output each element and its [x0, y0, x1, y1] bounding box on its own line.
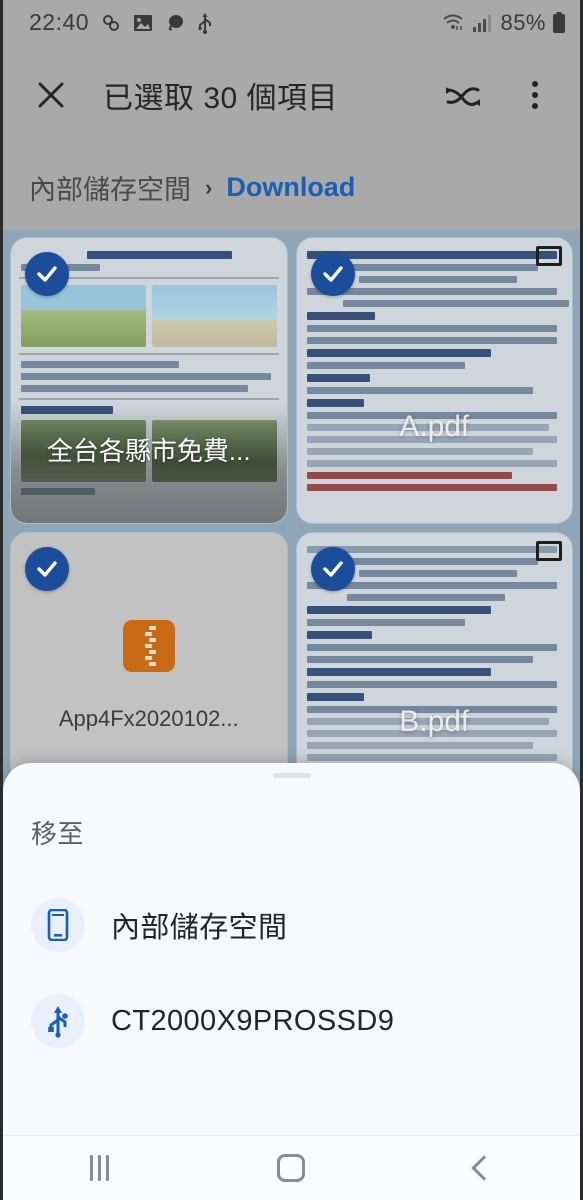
breadcrumb-root[interactable]: 內部儲存空間: [29, 168, 191, 207]
file-name: App4Fx2020102...: [58, 705, 239, 731]
link-icon: [101, 13, 121, 33]
file-card[interactable]: A.pdf: [296, 238, 572, 523]
home-button[interactable]: [236, 1140, 346, 1196]
zip-file-icon: [122, 619, 175, 672]
chat-bubble-icon: [165, 13, 185, 33]
file-name: A.pdf: [399, 409, 470, 443]
selection-checkbox[interactable]: [310, 547, 355, 591]
back-icon: [471, 1155, 497, 1181]
more-options-button[interactable]: [512, 72, 558, 118]
status-bar-right: 85%: [442, 10, 566, 36]
signal-icon: [472, 13, 494, 33]
breadcrumb: 內部儲存空間 › Download: [3, 145, 580, 230]
home-icon: [277, 1154, 306, 1182]
system-navigation-bar: [3, 1135, 580, 1200]
status-time: 22:40: [29, 9, 90, 35]
usb-icon: [197, 12, 213, 34]
destination-list: 內部儲存空間 CT2000X9PROSSD9: [3, 877, 580, 1069]
selection-toolbar: 已選取 30 個項目: [3, 45, 580, 145]
file-card[interactable]: 全台各縣市免費...: [11, 238, 287, 523]
wifi-icon: [442, 13, 466, 33]
battery-icon: [552, 11, 566, 34]
usb-icon: [31, 994, 85, 1048]
more-vertical-icon: [532, 81, 538, 109]
destination-label: CT2000X9PROSSD9: [111, 1004, 395, 1037]
battery-percent: 85%: [500, 9, 546, 35]
file-grid: 全台各縣市免費... A.pdf App4Fx2020102... B.pdf: [11, 238, 572, 818]
file-name: B.pdf: [399, 704, 470, 738]
sheet-title: 移至: [31, 819, 85, 849]
recents-icon: [89, 1155, 109, 1181]
destination-internal-storage[interactable]: 內部儲存空間: [3, 877, 580, 973]
selection-checkbox[interactable]: [25, 547, 69, 591]
recents-button[interactable]: [44, 1140, 154, 1196]
phone-icon: [31, 898, 85, 952]
move-to-bottom-sheet: 移至 內部儲存空間 CT2000X9PROSSD9: [3, 763, 580, 1135]
status-bar-left: 22:40: [29, 9, 213, 36]
shuffle-icon[interactable]: [440, 72, 486, 118]
image-icon: [133, 14, 153, 32]
back-button[interactable]: [429, 1140, 539, 1196]
destination-usb-drive[interactable]: CT2000X9PROSSD9: [3, 973, 580, 1069]
selection-checkbox[interactable]: [310, 252, 355, 296]
chevron-right-icon: ›: [205, 174, 213, 200]
destination-label: 內部儲存空間: [111, 912, 288, 944]
phone-screen: 22:40 85% 已選取 30 個項目 內部儲存空間 › Download 全…: [0, 0, 583, 1200]
close-selection-button[interactable]: [25, 69, 77, 121]
status-bar: 22:40 85%: [3, 0, 580, 45]
toolbar-actions: [440, 72, 558, 118]
selection-count-title: 已選取 30 個項目: [103, 82, 339, 115]
breadcrumb-current[interactable]: Download: [226, 172, 355, 203]
selection-checkbox[interactable]: [25, 252, 69, 296]
